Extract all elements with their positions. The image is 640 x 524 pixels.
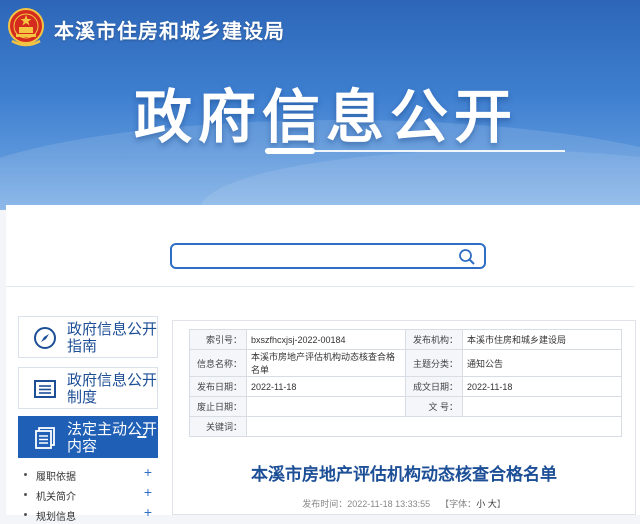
- sidebar-item-proactive[interactable]: 法定主动公开内容 −: [18, 416, 158, 458]
- repeal-date-label: 废止日期：: [189, 396, 247, 417]
- doc-number-value: [462, 396, 622, 417]
- table-row: 关键词：: [189, 416, 622, 437]
- publisher-label: 发布机构：: [405, 329, 463, 350]
- font-size-label: 【字体：: [440, 499, 477, 509]
- publisher-value: 本溪市住房和城乡建设局: [462, 329, 622, 350]
- name-value: 本溪市房地产评估机构动态核查合格名单: [246, 349, 406, 377]
- repeal-date-value: [246, 396, 406, 417]
- keywords-value: [246, 416, 622, 437]
- subnav-item[interactable]: 规划信息 +: [24, 504, 154, 524]
- font-large-button[interactable]: 大: [488, 499, 497, 509]
- site-name: 本溪市住房和城乡建设局: [54, 21, 285, 43]
- expand-icon[interactable]: +: [144, 484, 152, 500]
- page-title: 政府信息公开: [134, 83, 519, 151]
- documents-icon: [35, 427, 55, 449]
- divider: [6, 286, 634, 287]
- subnav-item-label: 机关简介: [36, 492, 76, 503]
- title-underline-highlight: [265, 148, 315, 154]
- subnav-item[interactable]: 机关简介 +: [24, 484, 154, 504]
- sidebar-item-label: 政府信息公开制度: [67, 372, 158, 406]
- category-label: 主题分类：: [405, 349, 463, 377]
- sidebar-item-guide[interactable]: 政府信息公开指南: [18, 316, 158, 358]
- document-meta: 发布时间：2022-11-18 13:33:55 【字体：小 大】: [172, 497, 636, 510]
- bullet-icon: [24, 493, 27, 496]
- subnav-item-label: 履职依据: [36, 472, 76, 483]
- subnav-item-label: 规划信息: [36, 512, 76, 523]
- header-banner: 本溪市住房和城乡建设局 政府信息公开: [0, 0, 640, 210]
- search-icon[interactable]: [458, 248, 476, 266]
- name-label: 信息名称：: [189, 349, 247, 377]
- document-title: 本溪市房地产评估机构动态核查合格名单: [251, 465, 557, 484]
- pub-date-label: 发布日期：: [189, 376, 247, 397]
- sidebar-item-system[interactable]: 政府信息公开制度: [18, 367, 158, 409]
- pub-date-value: 2022-11-18: [246, 376, 406, 397]
- table-row: 索引号： bxszfhcxjsj-2022-00184 发布机构： 本溪市住房和…: [189, 329, 622, 350]
- expand-icon[interactable]: +: [144, 504, 152, 520]
- index-value: bxszfhcxjsj-2022-00184: [246, 329, 406, 350]
- bullet-icon: [24, 473, 27, 476]
- doc-number-label: 文 号：: [405, 396, 463, 417]
- table-row: 废止日期： 文 号：: [189, 396, 622, 417]
- compass-icon: [34, 327, 56, 349]
- metadata-table: 索引号： bxszfhcxjsj-2022-00184 发布机构： 本溪市住房和…: [189, 329, 622, 437]
- subnav-item[interactable]: 履职依据 +: [24, 464, 154, 484]
- created-date-value: 2022-11-18: [462, 376, 622, 397]
- sidebar-item-label: 政府信息公开指南: [67, 321, 158, 355]
- index-label: 索引号：: [189, 329, 247, 350]
- keywords-label: 关键词：: [189, 416, 247, 437]
- font-size-close: 】: [496, 499, 506, 509]
- created-date-label: 成文日期：: [405, 376, 463, 397]
- table-row: 发布日期： 2022-11-18 成文日期： 2022-11-18: [189, 376, 622, 397]
- collapse-icon[interactable]: −: [136, 427, 147, 448]
- search-input[interactable]: [170, 243, 486, 269]
- category-value: 通知公告: [462, 349, 622, 377]
- publish-time: 发布时间：2022-11-18 13:33:55: [302, 499, 431, 509]
- national-emblem-icon: [8, 8, 44, 47]
- document-list-icon: [34, 380, 56, 398]
- font-small-button[interactable]: 小: [476, 499, 485, 509]
- table-row: 信息名称： 本溪市房地产评估机构动态核查合格名单 主题分类： 通知公告: [189, 349, 622, 377]
- expand-icon[interactable]: +: [144, 464, 152, 480]
